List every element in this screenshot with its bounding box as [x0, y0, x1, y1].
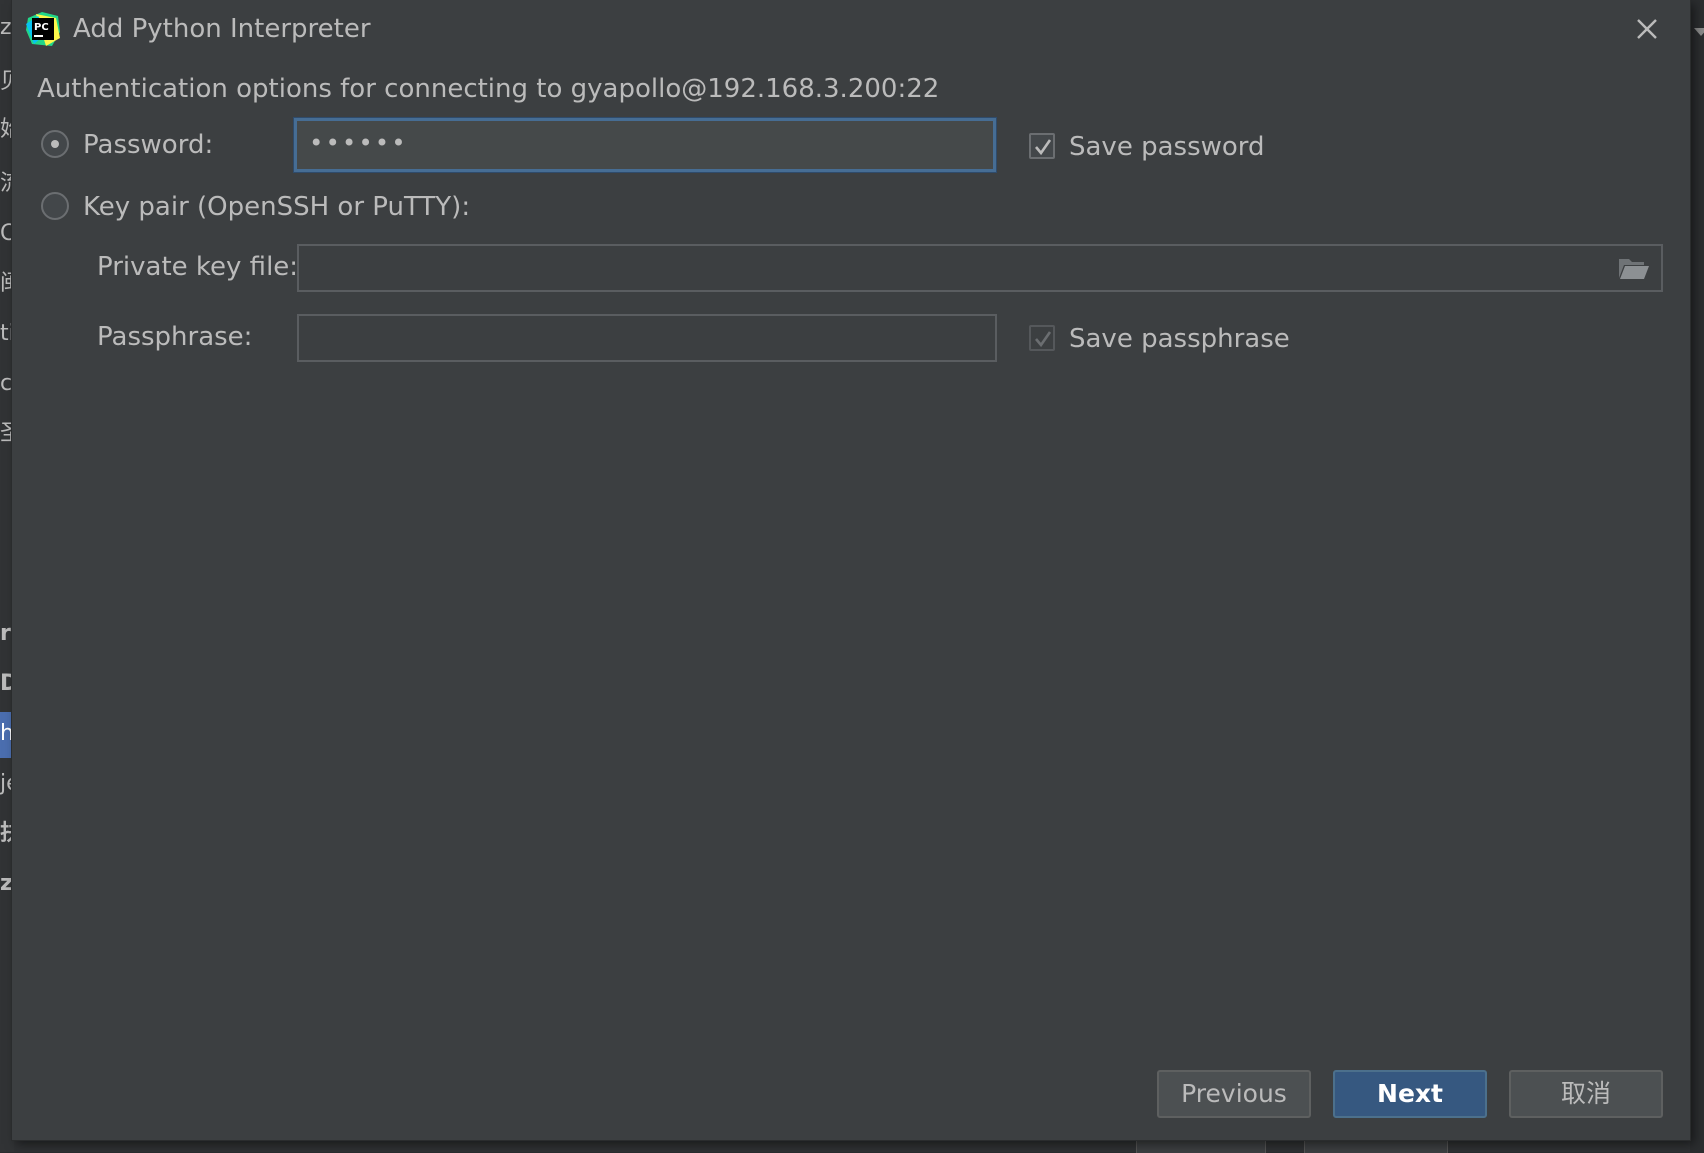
background-cancel-button	[1304, 1140, 1448, 1153]
password-radio[interactable]	[41, 130, 69, 158]
background-sidebar-selected-item: h	[0, 712, 14, 758]
cancel-button[interactable]: 取消	[1509, 1070, 1663, 1118]
background-ok-button	[1136, 1140, 1266, 1153]
keypair-label: Key pair (OpenSSH or PuTTY):	[83, 192, 471, 222]
password-label: Password:	[83, 130, 214, 160]
passphrase-label: Passphrase:	[97, 322, 253, 352]
check-icon	[1035, 331, 1052, 348]
password-field[interactable]: ••••••	[294, 118, 996, 172]
background-right-strip	[1690, 0, 1704, 1152]
save-password-checkbox[interactable]	[1029, 133, 1055, 159]
keypair-radio[interactable]	[41, 192, 69, 220]
private-key-file-label: Private key file:	[97, 252, 299, 282]
add-python-interpreter-dialog: PC Add Python Interpreter Authentication…	[12, 0, 1690, 1140]
close-icon[interactable]	[1630, 12, 1664, 46]
folder-open-icon[interactable]	[1618, 256, 1650, 280]
save-passphrase-label: Save passphrase	[1069, 324, 1290, 354]
radio-selected-dot	[51, 140, 59, 148]
previous-button[interactable]: Previous	[1157, 1070, 1311, 1118]
connection-description: Authentication options for connecting to…	[37, 74, 940, 104]
pycharm-icon: PC	[26, 12, 60, 46]
dialog-titlebar: PC Add Python Interpreter	[12, 0, 1690, 58]
background-dropdown-arrow-icon	[1694, 28, 1704, 36]
save-password-label: Save password	[1069, 132, 1265, 162]
save-passphrase-checkbox[interactable]	[1029, 325, 1055, 351]
check-icon	[1035, 139, 1052, 156]
passphrase-field[interactable]	[297, 314, 997, 362]
next-button[interactable]: Next	[1333, 1070, 1487, 1118]
private-key-file-field[interactable]	[297, 244, 1663, 292]
svg-text:PC: PC	[34, 22, 49, 33]
dialog-title: Add Python Interpreter	[73, 14, 371, 44]
